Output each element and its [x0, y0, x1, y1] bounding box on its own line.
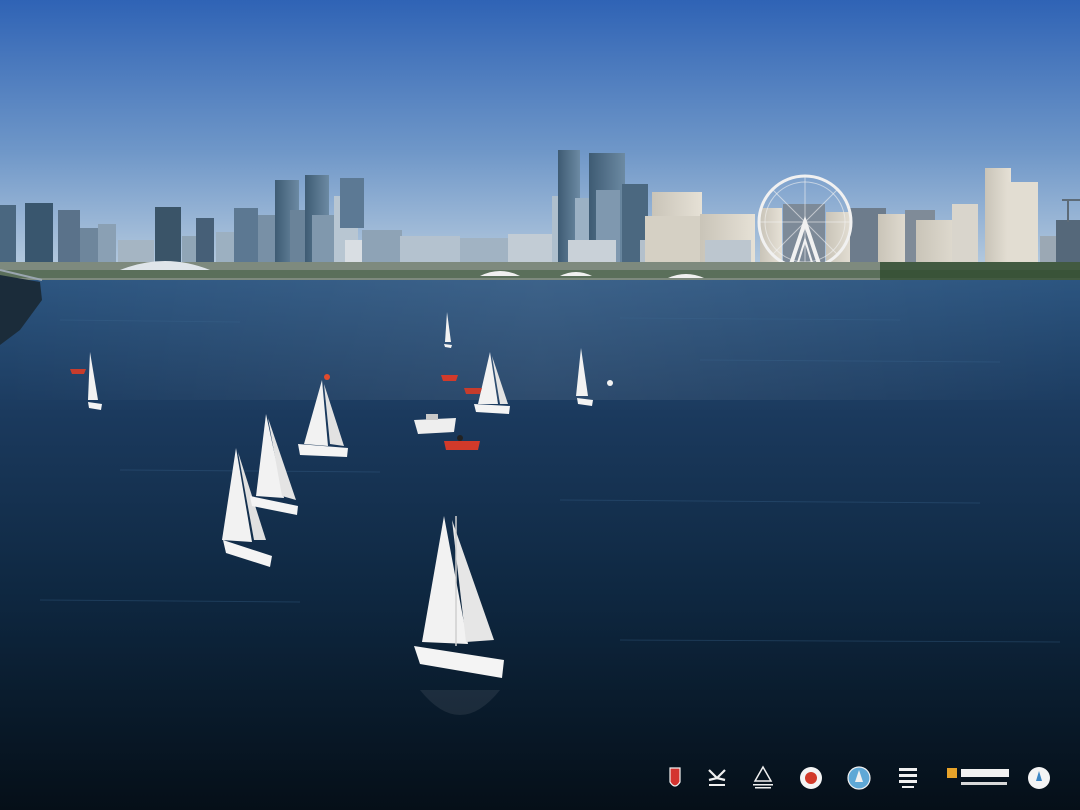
sailing-circle-icon	[846, 762, 872, 794]
photo-scene	[0, 0, 1080, 810]
sponsor-logo-strip	[660, 762, 1060, 796]
circle-badge-icon	[798, 762, 824, 794]
cr-culture-sports-icon	[944, 762, 1014, 794]
rib-boat	[70, 369, 86, 374]
shenzhen-logo-icon	[896, 762, 920, 794]
world-tour-icon	[704, 762, 730, 794]
emblem-icon	[666, 762, 684, 794]
rib-boat	[441, 375, 458, 381]
round-seal-icon	[1026, 762, 1052, 794]
buoy	[324, 374, 330, 380]
world-sailing-special-event-icon	[748, 762, 778, 794]
photo-canvas	[0, 0, 1080, 810]
buoy	[607, 380, 613, 386]
rib-boat	[464, 388, 482, 394]
